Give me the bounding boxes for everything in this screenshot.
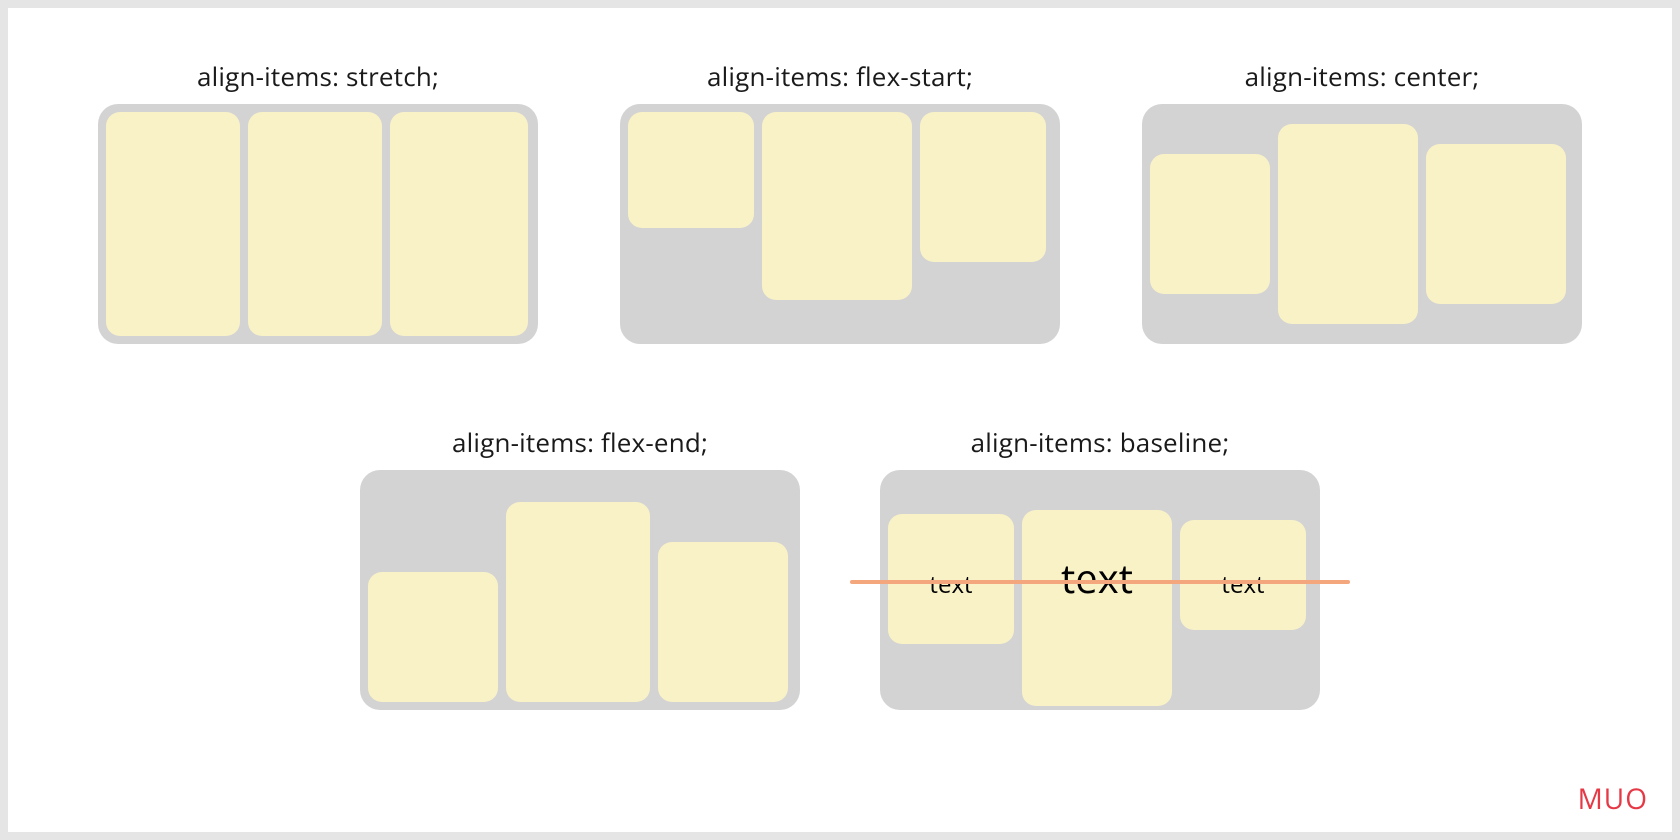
diagram-canvas: align-items: stretch; align-items: flex-…	[8, 8, 1672, 832]
flex-item	[1426, 144, 1566, 304]
example-title: align-items: flex-start;	[707, 58, 973, 94]
flex-container-flex-end	[360, 470, 800, 710]
item-text: text	[929, 568, 972, 601]
flex-container-stretch	[98, 104, 538, 344]
flex-container-center	[1142, 104, 1582, 344]
flex-item: text	[1180, 520, 1306, 630]
watermark-logo: MUO	[1578, 780, 1648, 818]
flex-item: text	[1022, 510, 1172, 706]
flex-item	[658, 542, 788, 702]
flex-container-baseline: text text text	[880, 470, 1320, 710]
flex-item	[762, 112, 912, 300]
example-center: align-items: center;	[1142, 58, 1582, 344]
example-title: align-items: flex-end;	[452, 424, 708, 460]
flex-item	[920, 112, 1046, 262]
flex-item	[368, 572, 498, 702]
row-top: align-items: stretch; align-items: flex-…	[98, 58, 1582, 344]
flex-container-flex-start	[620, 104, 1060, 344]
item-text: text	[1061, 550, 1133, 605]
flex-item	[1278, 124, 1418, 324]
baseline-indicator-line	[850, 580, 1350, 584]
flex-item	[1150, 154, 1270, 294]
flex-item	[506, 502, 650, 702]
row-bottom: align-items: flex-end; align-items: base…	[98, 424, 1582, 710]
flex-item	[248, 112, 382, 336]
example-title: align-items: baseline;	[971, 424, 1230, 460]
flex-item	[106, 112, 240, 336]
example-baseline: align-items: baseline; text text text	[880, 424, 1320, 710]
example-title: align-items: center;	[1245, 58, 1480, 94]
flex-item	[390, 112, 528, 336]
example-title: align-items: stretch;	[197, 58, 439, 94]
flex-item: text	[888, 514, 1014, 644]
item-text: text	[1221, 568, 1264, 601]
example-flex-start: align-items: flex-start;	[620, 58, 1060, 344]
example-flex-end: align-items: flex-end;	[360, 424, 800, 710]
example-stretch: align-items: stretch;	[98, 58, 538, 344]
flex-item	[628, 112, 754, 228]
